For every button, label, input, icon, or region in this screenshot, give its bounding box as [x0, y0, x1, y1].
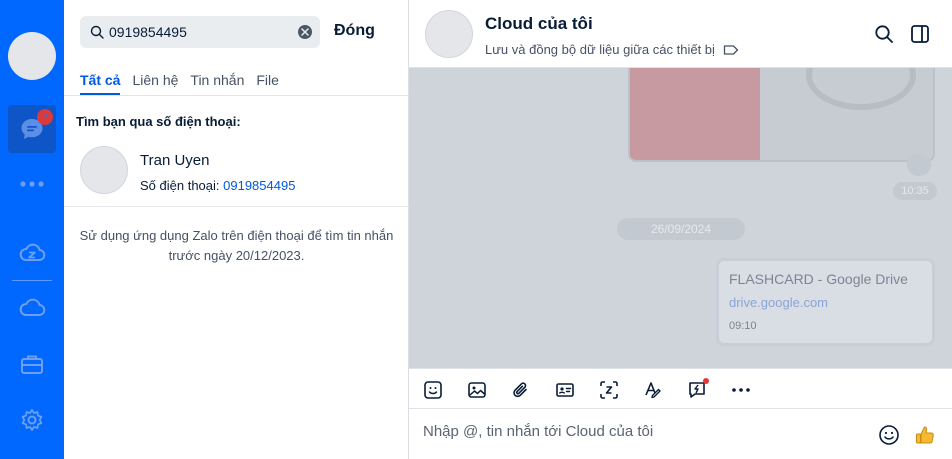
composer — [409, 409, 952, 459]
result-phone: Số điện thoại: 0919854495 — [140, 178, 295, 193]
zcloud-icon — [19, 243, 46, 261]
unread-badge: 2 — [37, 109, 53, 125]
link-url[interactable]: drive.google.com — [729, 295, 922, 310]
search-tabs: Tất cả Liên hệ Tin nhắn File — [80, 72, 279, 95]
settings-gear-icon — [21, 409, 43, 431]
sticker-button[interactable] — [420, 377, 446, 403]
chat-header: Cloud của tôi Lưu và đồng bộ dữ liệu giữ… — [409, 0, 952, 68]
tab-contacts[interactable]: Liên hệ — [132, 72, 178, 95]
search-input[interactable] — [109, 24, 289, 40]
result-avatar — [80, 146, 128, 194]
briefcase-icon — [21, 355, 43, 374]
sidebar-panel-icon — [911, 25, 929, 43]
tab-files[interactable]: File — [256, 72, 279, 95]
image-message[interactable] — [628, 68, 935, 162]
search-icon — [875, 25, 893, 43]
send-image-button[interactable] — [464, 377, 490, 403]
emoji-button[interactable] — [876, 422, 902, 448]
quick-message-button[interactable] — [684, 377, 710, 403]
result-phone-label: Số điện thoại: — [140, 178, 220, 193]
emoji-icon — [879, 425, 899, 445]
chat-area: Cloud của tôi Lưu và đồng bộ dữ liệu giữ… — [409, 0, 952, 459]
date-separator: 26/09/2024 — [617, 218, 745, 240]
message-input[interactable] — [423, 423, 863, 440]
cloud-nav[interactable] — [8, 284, 56, 332]
chat-subtitle: Lưu và đồng bộ dữ liệu giữa các thiết bị — [485, 42, 739, 57]
user-avatar[interactable] — [8, 32, 56, 80]
search-box[interactable] — [80, 16, 320, 48]
result-name: Tran Uyen — [140, 152, 210, 169]
cloud-icon — [19, 298, 46, 316]
messages-nav[interactable]: 2 — [8, 105, 56, 153]
thumbs-up-button[interactable] — [912, 422, 938, 448]
sticker-icon — [424, 381, 442, 399]
screenshot-button[interactable] — [596, 377, 622, 403]
result-divider — [64, 206, 409, 207]
text-format-button[interactable] — [640, 377, 666, 403]
chat-avatar[interactable] — [425, 10, 473, 58]
link-title: FLASHCARD - Google Drive — [729, 271, 908, 287]
more-options-button[interactable] — [728, 377, 754, 403]
chat-title[interactable]: Cloud của tôi — [485, 14, 593, 34]
text-format-icon — [645, 382, 661, 399]
toolbox-nav[interactable] — [8, 340, 56, 388]
new-feature-dot — [703, 378, 709, 384]
thumbs-up-icon — [916, 426, 934, 444]
more-nav[interactable] — [8, 160, 56, 208]
rail-divider — [12, 280, 52, 281]
more-dots-icon — [732, 388, 750, 392]
send-contact-card-button[interactable] — [552, 377, 578, 403]
search-panel: Đóng Tất cả Liên hệ Tin nhắn File Tìm bạ… — [64, 0, 409, 459]
chat-subtitle-text: Lưu và đồng bộ dữ liệu giữa các thiết bị — [485, 42, 715, 57]
chat-search-button[interactable] — [872, 22, 896, 46]
screenshot-icon — [600, 381, 618, 399]
reaction-button[interactable] — [907, 154, 931, 176]
tab-all[interactable]: Tất cả — [80, 72, 121, 95]
more-dots-icon — [20, 181, 44, 187]
close-search-button[interactable]: Đóng — [334, 22, 375, 40]
composer-toolbar — [409, 368, 952, 409]
paperclip-icon — [513, 382, 527, 398]
search-hint: Sử dụng ứng dụng Zalo trên điện thoại để… — [79, 228, 394, 263]
left-rail: 2 — [0, 0, 64, 459]
settings-nav[interactable] — [8, 396, 56, 444]
tag-icon[interactable] — [723, 44, 739, 56]
link-message-time: 09:10 — [729, 320, 757, 332]
image-icon — [468, 382, 486, 398]
attach-file-button[interactable] — [508, 377, 534, 403]
result-phone-number: 0919854495 — [223, 178, 296, 193]
tab-messages[interactable]: Tin nhắn — [190, 72, 244, 95]
link-message-card[interactable]: FLASHCARD - Google Drive drive.google.co… — [716, 258, 935, 346]
search-icon — [90, 25, 104, 39]
clear-search-icon[interactable] — [298, 25, 312, 39]
contact-card-icon — [556, 383, 574, 397]
message-list[interactable]: 10:35 26/09/2024 FLASHCARD - Google Driv… — [409, 68, 952, 368]
toggle-info-panel-button[interactable] — [908, 22, 932, 46]
tabs-divider — [64, 95, 409, 96]
zcloud-nav[interactable] — [8, 229, 56, 277]
image-message-time: 10:35 — [893, 182, 937, 200]
phone-search-title: Tìm bạn qua số điện thoại: — [76, 114, 241, 129]
search-result-item[interactable]: Tran Uyen Số điện thoại: 0919854495 — [64, 140, 409, 206]
